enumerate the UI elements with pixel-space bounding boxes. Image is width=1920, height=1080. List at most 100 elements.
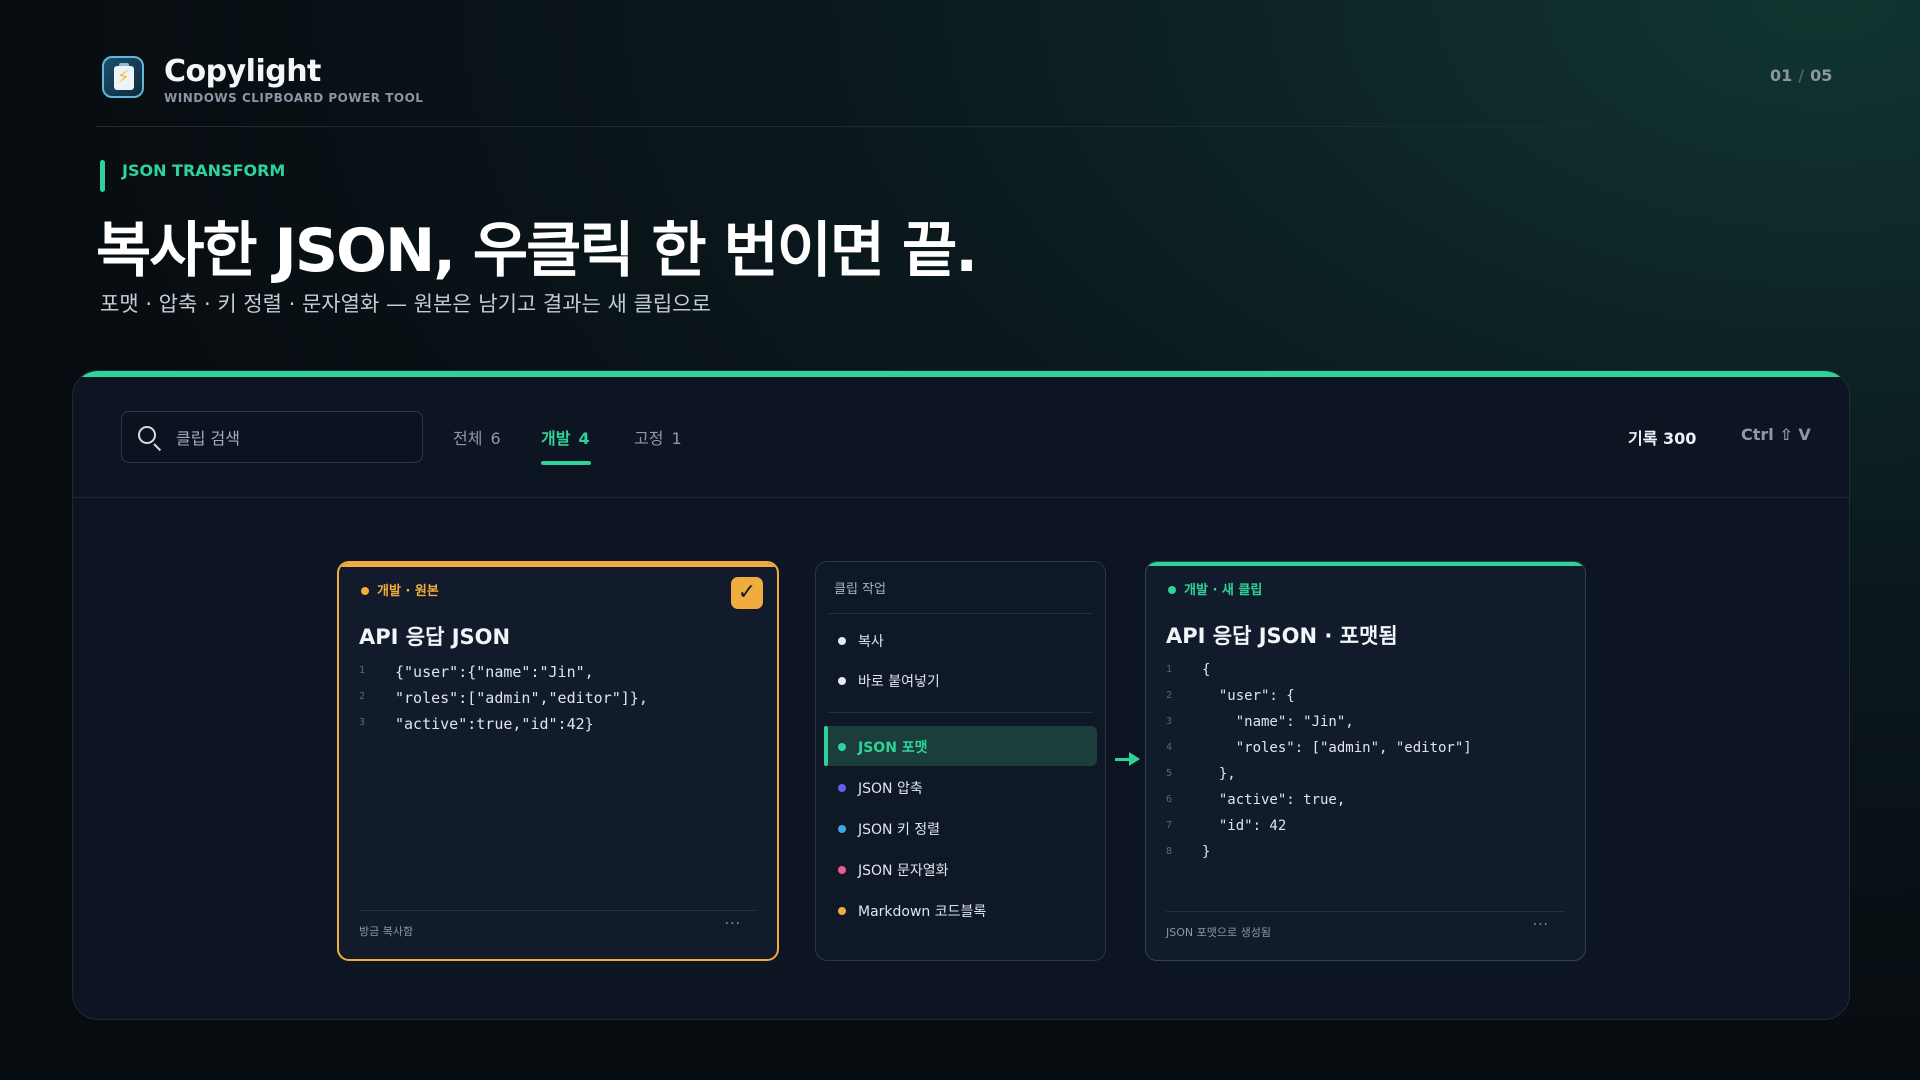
menu-item-label: 바로 붙여넣기	[858, 674, 940, 690]
card-footer-text: JSON 포맷으로 생성됨	[1166, 926, 1271, 939]
line-number: 2	[1166, 690, 1173, 701]
card-footer-divider	[359, 910, 757, 911]
code-text: "active": true,	[1202, 792, 1346, 808]
menu-item-json-minify[interactable]: JSON 압축	[824, 767, 1097, 807]
line-number: 1	[359, 665, 366, 676]
code-line: 6 "active": true,	[1166, 792, 1472, 818]
tab-count: 1	[671, 429, 682, 448]
card-category-tag: 개발 · 새 클립	[1168, 579, 1262, 598]
menu-item-label: JSON 포맷	[858, 740, 928, 756]
more-options-icon[interactable]: ···	[725, 917, 741, 931]
tab-pinned[interactable]: 고정 1	[634, 425, 682, 449]
search-icon	[138, 426, 156, 444]
page-total: 05	[1810, 66, 1833, 85]
tab-all[interactable]: 전체 6	[453, 425, 501, 449]
app-logo: ⚡	[102, 56, 144, 98]
brand-name: Copylight	[164, 54, 321, 89]
card-tag-label: 개발 · 원본	[377, 584, 439, 599]
line-number: 3	[1166, 716, 1173, 727]
arrow-right-icon	[1115, 749, 1141, 769]
active-tab-indicator	[541, 461, 591, 465]
code-text: }	[1202, 844, 1211, 860]
page-current: 01	[1770, 66, 1793, 85]
menu-item-json-format[interactable]: JSON 포맷	[824, 726, 1097, 766]
menu-dot-icon	[838, 743, 846, 751]
code-line: 5 },	[1166, 766, 1472, 792]
code-line: 3 "active":true,"id":42}	[359, 715, 648, 741]
page-subheadline: 포맷 · 압축 · 키 정렬 · 문자열화 — 원본은 남기고 결과는 새 클립…	[100, 292, 711, 316]
more-options-icon[interactable]: ···	[1533, 918, 1549, 932]
code-preview: 1{ 2 "user": { 3 "name": "Jin", 4 "roles…	[1166, 662, 1472, 870]
code-line: 8}	[1166, 844, 1472, 870]
page-headline: 복사한 JSON, 우클릭 한 번이면 끝.	[96, 216, 978, 286]
menu-item-json-sort-keys[interactable]: JSON 키 정렬	[824, 808, 1097, 848]
menu-item-label: 복사	[858, 634, 884, 650]
menu-title: 클립 작업	[834, 582, 886, 597]
line-number: 7	[1166, 820, 1173, 831]
menu-divider	[828, 712, 1093, 713]
code-text: "active":true,"id":42}	[395, 715, 594, 733]
history-count: 기록 300	[1628, 429, 1697, 448]
tab-label: 고정	[634, 429, 664, 448]
shortcut-hint: Ctrl ⇧ V	[1741, 425, 1811, 444]
original-clip-card[interactable]: 개발 · 원본 ✓ API 응답 JSON 1 {"user":{"name":"…	[337, 561, 779, 961]
menu-item-paste[interactable]: 바로 붙여넣기	[824, 660, 1097, 700]
category-dot-icon	[361, 586, 369, 595]
page-separator: /	[1798, 66, 1805, 85]
tab-label: 개발	[541, 429, 571, 448]
tab-label: 전체	[453, 429, 483, 448]
menu-item-label: JSON 압축	[858, 781, 923, 797]
line-number: 4	[1166, 742, 1173, 753]
menu-item-label: JSON 키 정렬	[858, 822, 941, 838]
card-footer-divider	[1166, 911, 1565, 912]
section-accent-bar	[100, 160, 105, 192]
menu-dot-icon	[838, 677, 846, 685]
code-text: "name": "Jin",	[1202, 714, 1354, 730]
menu-dot-icon	[838, 637, 846, 645]
page-indicator: 01 / 05	[1770, 66, 1832, 85]
card-tag-label: 개발 · 새 클립	[1184, 583, 1263, 598]
line-number: 1	[1166, 664, 1173, 675]
selected-check-icon[interactable]: ✓	[731, 577, 763, 609]
card-title: API 응답 JSON	[359, 625, 511, 649]
code-preview: 1 {"user":{"name":"Jin", 2 "roles":["admin…	[359, 663, 648, 741]
category-dot-icon	[1168, 585, 1176, 594]
lightning-icon: ⚡	[117, 67, 130, 88]
search-box[interactable]	[121, 411, 423, 463]
menu-item-label: JSON 문자열화	[858, 863, 949, 879]
menu-dot-icon	[838, 866, 846, 874]
card-accent-bar	[1146, 562, 1585, 566]
menu-dot-icon	[838, 784, 846, 792]
card-accent-bar	[339, 563, 777, 567]
code-line: 2 "roles":["admin","editor"]},	[359, 689, 648, 715]
code-text: "roles":["admin","editor"]},	[395, 689, 648, 707]
search-input[interactable]	[174, 422, 408, 454]
menu-item-json-stringify[interactable]: JSON 문자열화	[824, 849, 1097, 889]
card-title: API 응답 JSON · 포맷됨	[1166, 624, 1398, 648]
line-number: 2	[359, 691, 366, 702]
card-footer-text: 방금 복사함	[359, 925, 414, 938]
tab-count: 6	[490, 429, 501, 448]
new-clip-card[interactable]: 개발 · 새 클립 API 응답 JSON · 포맷됨 1{ 2 "user":…	[1145, 561, 1586, 961]
panel-accent-bar	[73, 371, 1849, 377]
code-line: 1 {"user":{"name":"Jin",	[359, 663, 648, 689]
menu-item-markdown-codeblock[interactable]: Markdown 코드블록	[824, 890, 1097, 930]
header-divider	[96, 126, 1594, 127]
code-line: 2 "user": {	[1166, 688, 1472, 714]
code-line: 7 "id": 42	[1166, 818, 1472, 844]
menu-dot-icon	[838, 825, 846, 833]
menu-item-label: Markdown 코드블록	[858, 904, 987, 920]
code-line: 3 "name": "Jin",	[1166, 714, 1472, 740]
menu-item-copy[interactable]: 복사	[824, 620, 1097, 660]
clipboard-panel: 전체 6 개발 4 고정 1 기록 300 Ctrl ⇧ V 개발 · 원본 ✓ AP…	[72, 370, 1850, 1020]
code-text: {"user":{"name":"Jin",	[395, 663, 594, 681]
code-text: "user": {	[1202, 688, 1295, 704]
code-line: 1{	[1166, 662, 1472, 688]
clip-action-menu: 클립 작업 복사 바로 붙여넣기 JSON 포맷 JSON 압축 JSON 키 …	[815, 561, 1106, 961]
line-number: 5	[1166, 768, 1173, 779]
line-number: 3	[359, 717, 366, 728]
code-line: 4 "roles": ["admin", "editor"]	[1166, 740, 1472, 766]
code-text: "id": 42	[1202, 818, 1287, 834]
tab-dev[interactable]: 개발 4	[541, 425, 590, 449]
code-text: },	[1202, 766, 1236, 782]
